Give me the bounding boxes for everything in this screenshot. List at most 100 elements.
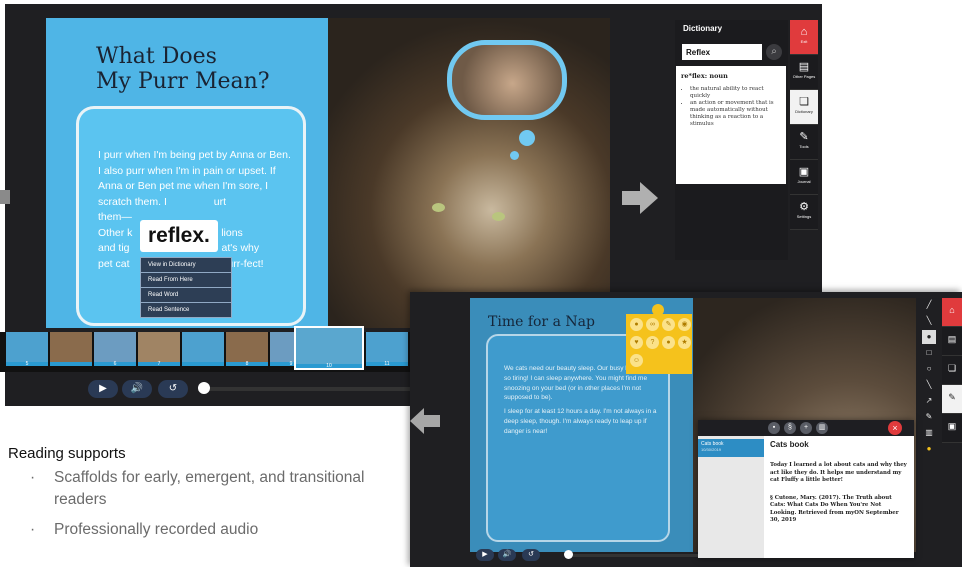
page-thumbnail[interactable]: 8 (226, 332, 268, 367)
sidebar-other-pages[interactable]: ▤ Other Pages (790, 55, 818, 90)
play-button[interactable]: ▶ (88, 380, 118, 398)
journal-icon[interactable]: ▣ (942, 414, 962, 443)
progress-knob[interactable] (564, 550, 573, 559)
section-heading: Reading supports (8, 445, 126, 462)
thought-bubble-dot (510, 151, 519, 160)
dictionary-headword: re*flex: noun (681, 72, 728, 80)
edit-icon[interactable]: ✎ (662, 318, 675, 331)
citation-icon[interactable]: § (784, 422, 796, 434)
page-thumbnail[interactable]: 11 (366, 332, 408, 367)
play-button[interactable]: ▶ (476, 549, 494, 561)
page-thumbnail[interactable]: 5 (6, 332, 48, 367)
pen-icon[interactable]: ╱ (922, 298, 936, 312)
question-icon[interactable]: ? (646, 336, 659, 349)
sidebar-dictionary[interactable]: ❏ Dictionary (790, 90, 818, 125)
dictionary-icon: ❏ (799, 96, 809, 108)
rectangle-icon[interactable]: □ (922, 346, 936, 360)
page-body-text[interactable]: We cats need our beauty sleep. Our busy … (504, 364, 664, 437)
audio-button[interactable]: 🔊 (498, 549, 516, 561)
comment-icon[interactable]: ● (662, 336, 675, 349)
journal-entry-body[interactable]: Today I learned a lot about cats and why… (770, 462, 908, 525)
thought-bubble-dot (519, 130, 535, 146)
cat-eye (432, 203, 445, 212)
feature-bullet: · Professionally recorded audio (30, 519, 390, 541)
pin-icon[interactable]: ● (630, 318, 643, 331)
gear-icon: ⚙ (799, 201, 809, 213)
trash-icon[interactable]: ▥ (922, 426, 936, 440)
page-title: Time for a Nap (488, 314, 595, 330)
dictionary-title: Dictionary (683, 24, 723, 33)
page-thumbnail[interactable]: 6 (94, 332, 136, 367)
sidebar-settings[interactable]: ⚙ Settings (790, 195, 818, 230)
previous-page-arrow-stem[interactable] (424, 415, 440, 427)
word-context-menu: View in Dictionary Read From Here Read W… (140, 257, 232, 318)
pin-icon[interactable]: ● (922, 330, 936, 344)
cat-eye (492, 212, 505, 221)
feature-bullet-list: · Scaffolds for early, emergent, and tra… (30, 467, 390, 541)
star-icon[interactable]: ★ (678, 336, 691, 349)
replay-button[interactable]: ↺ (522, 549, 540, 561)
previous-page-arrow[interactable] (0, 190, 10, 204)
progress-knob[interactable] (198, 382, 210, 394)
progress-track[interactable] (566, 554, 698, 557)
home-icon: ⌂ (800, 26, 808, 38)
drawing-toolbar: ╱ ╲ ● □ ○ ╲ ↗ ✎ ▥ ● (922, 298, 936, 478)
page-thumbnail[interactable] (182, 332, 224, 366)
dictionary-icon[interactable]: ❏ (942, 356, 962, 385)
thought-bubble-photo (447, 40, 567, 120)
arrow-icon[interactable]: ↗ (922, 394, 936, 408)
bullet-icon: · (30, 469, 36, 486)
page-thumbnail[interactable]: 7 (138, 332, 180, 367)
journal-entry-title: Cats book (770, 440, 809, 449)
definition-item: an action or movement that is made autom… (690, 100, 781, 128)
journal-icon: ▣ (798, 166, 810, 178)
smile-icon[interactable]: ☺ (630, 354, 643, 367)
close-icon[interactable]: × (888, 421, 902, 435)
menu-view-in-dictionary[interactable]: View in Dictionary (141, 258, 231, 273)
reader-screenshot-secondary: Time for a Nap We cats need our beauty s… (410, 292, 962, 567)
previous-page-arrow[interactable] (410, 408, 424, 434)
line-icon[interactable]: ╲ (922, 378, 936, 392)
definition-item: the natural ability to react quickly (690, 86, 781, 100)
sidebar-journal[interactable]: ▣ Journal (790, 160, 818, 195)
comment-icon[interactable]: ▪ (768, 422, 780, 434)
menu-read-sentence[interactable]: Read Sentence (141, 303, 231, 317)
add-icon[interactable]: + (800, 422, 812, 434)
dictionary-search-input[interactable] (682, 44, 762, 60)
menu-read-from-here[interactable]: Read From Here (141, 273, 231, 288)
page-body-text[interactable]: I purr when I'm being pet by Anna or Ben… (98, 148, 294, 272)
replay-button[interactable]: ↺ (158, 380, 188, 398)
bullet-icon: · (30, 521, 36, 538)
eye-icon[interactable]: ◉ (678, 318, 691, 331)
eraser-icon[interactable]: ✎ (922, 410, 936, 424)
progress-track[interactable] (198, 387, 410, 391)
heart-icon[interactable]: ♥ (630, 336, 643, 349)
page-thumbnail-strip: 5 6 7 8 9 10 11 (0, 326, 410, 372)
reader-sidebar: ⌂ ▤ ❏ ✎ ▣ (942, 298, 962, 458)
circle-icon[interactable]: ○ (922, 362, 936, 376)
selected-word-popup: reflex. (140, 220, 218, 252)
page-title: What Does My Purr Mean? (96, 44, 270, 94)
pages-icon: ▤ (798, 61, 810, 73)
audio-button[interactable]: 🔊 (122, 380, 152, 398)
next-page-arrow[interactable] (640, 182, 658, 214)
search-icon[interactable]: ⌕ (766, 44, 782, 60)
color-icon[interactable]: ● (922, 442, 936, 456)
page-thumbnail[interactable] (50, 332, 92, 366)
sidebar-exit[interactable]: ⌂ Exit (790, 20, 818, 55)
highlighter-icon[interactable]: ╲ (922, 314, 936, 328)
next-page-arrow-stem[interactable] (622, 191, 640, 205)
pages-icon[interactable]: ▤ (942, 327, 962, 356)
link-icon[interactable]: ∞ (646, 318, 659, 331)
trash-icon[interactable]: ▥ (816, 422, 828, 434)
sidebar-tools[interactable]: ✎ Tools (790, 125, 818, 160)
tools-icon[interactable]: ✎ (942, 385, 962, 414)
dictionary-definition: re*flex: noun the natural ability to rea… (676, 66, 786, 184)
journal-toolbar: ▪ § + ▥ (698, 420, 914, 436)
tools-icon: ✎ (799, 131, 809, 143)
home-icon[interactable]: ⌂ (942, 298, 962, 327)
menu-read-word[interactable]: Read Word (141, 288, 231, 303)
page-thumbnail-current[interactable]: 10 (294, 326, 364, 370)
feature-bullet: · Scaffolds for early, emergent, and tra… (30, 469, 365, 508)
journal-entry-item[interactable]: Cats book 10/30/2019 (698, 439, 764, 457)
